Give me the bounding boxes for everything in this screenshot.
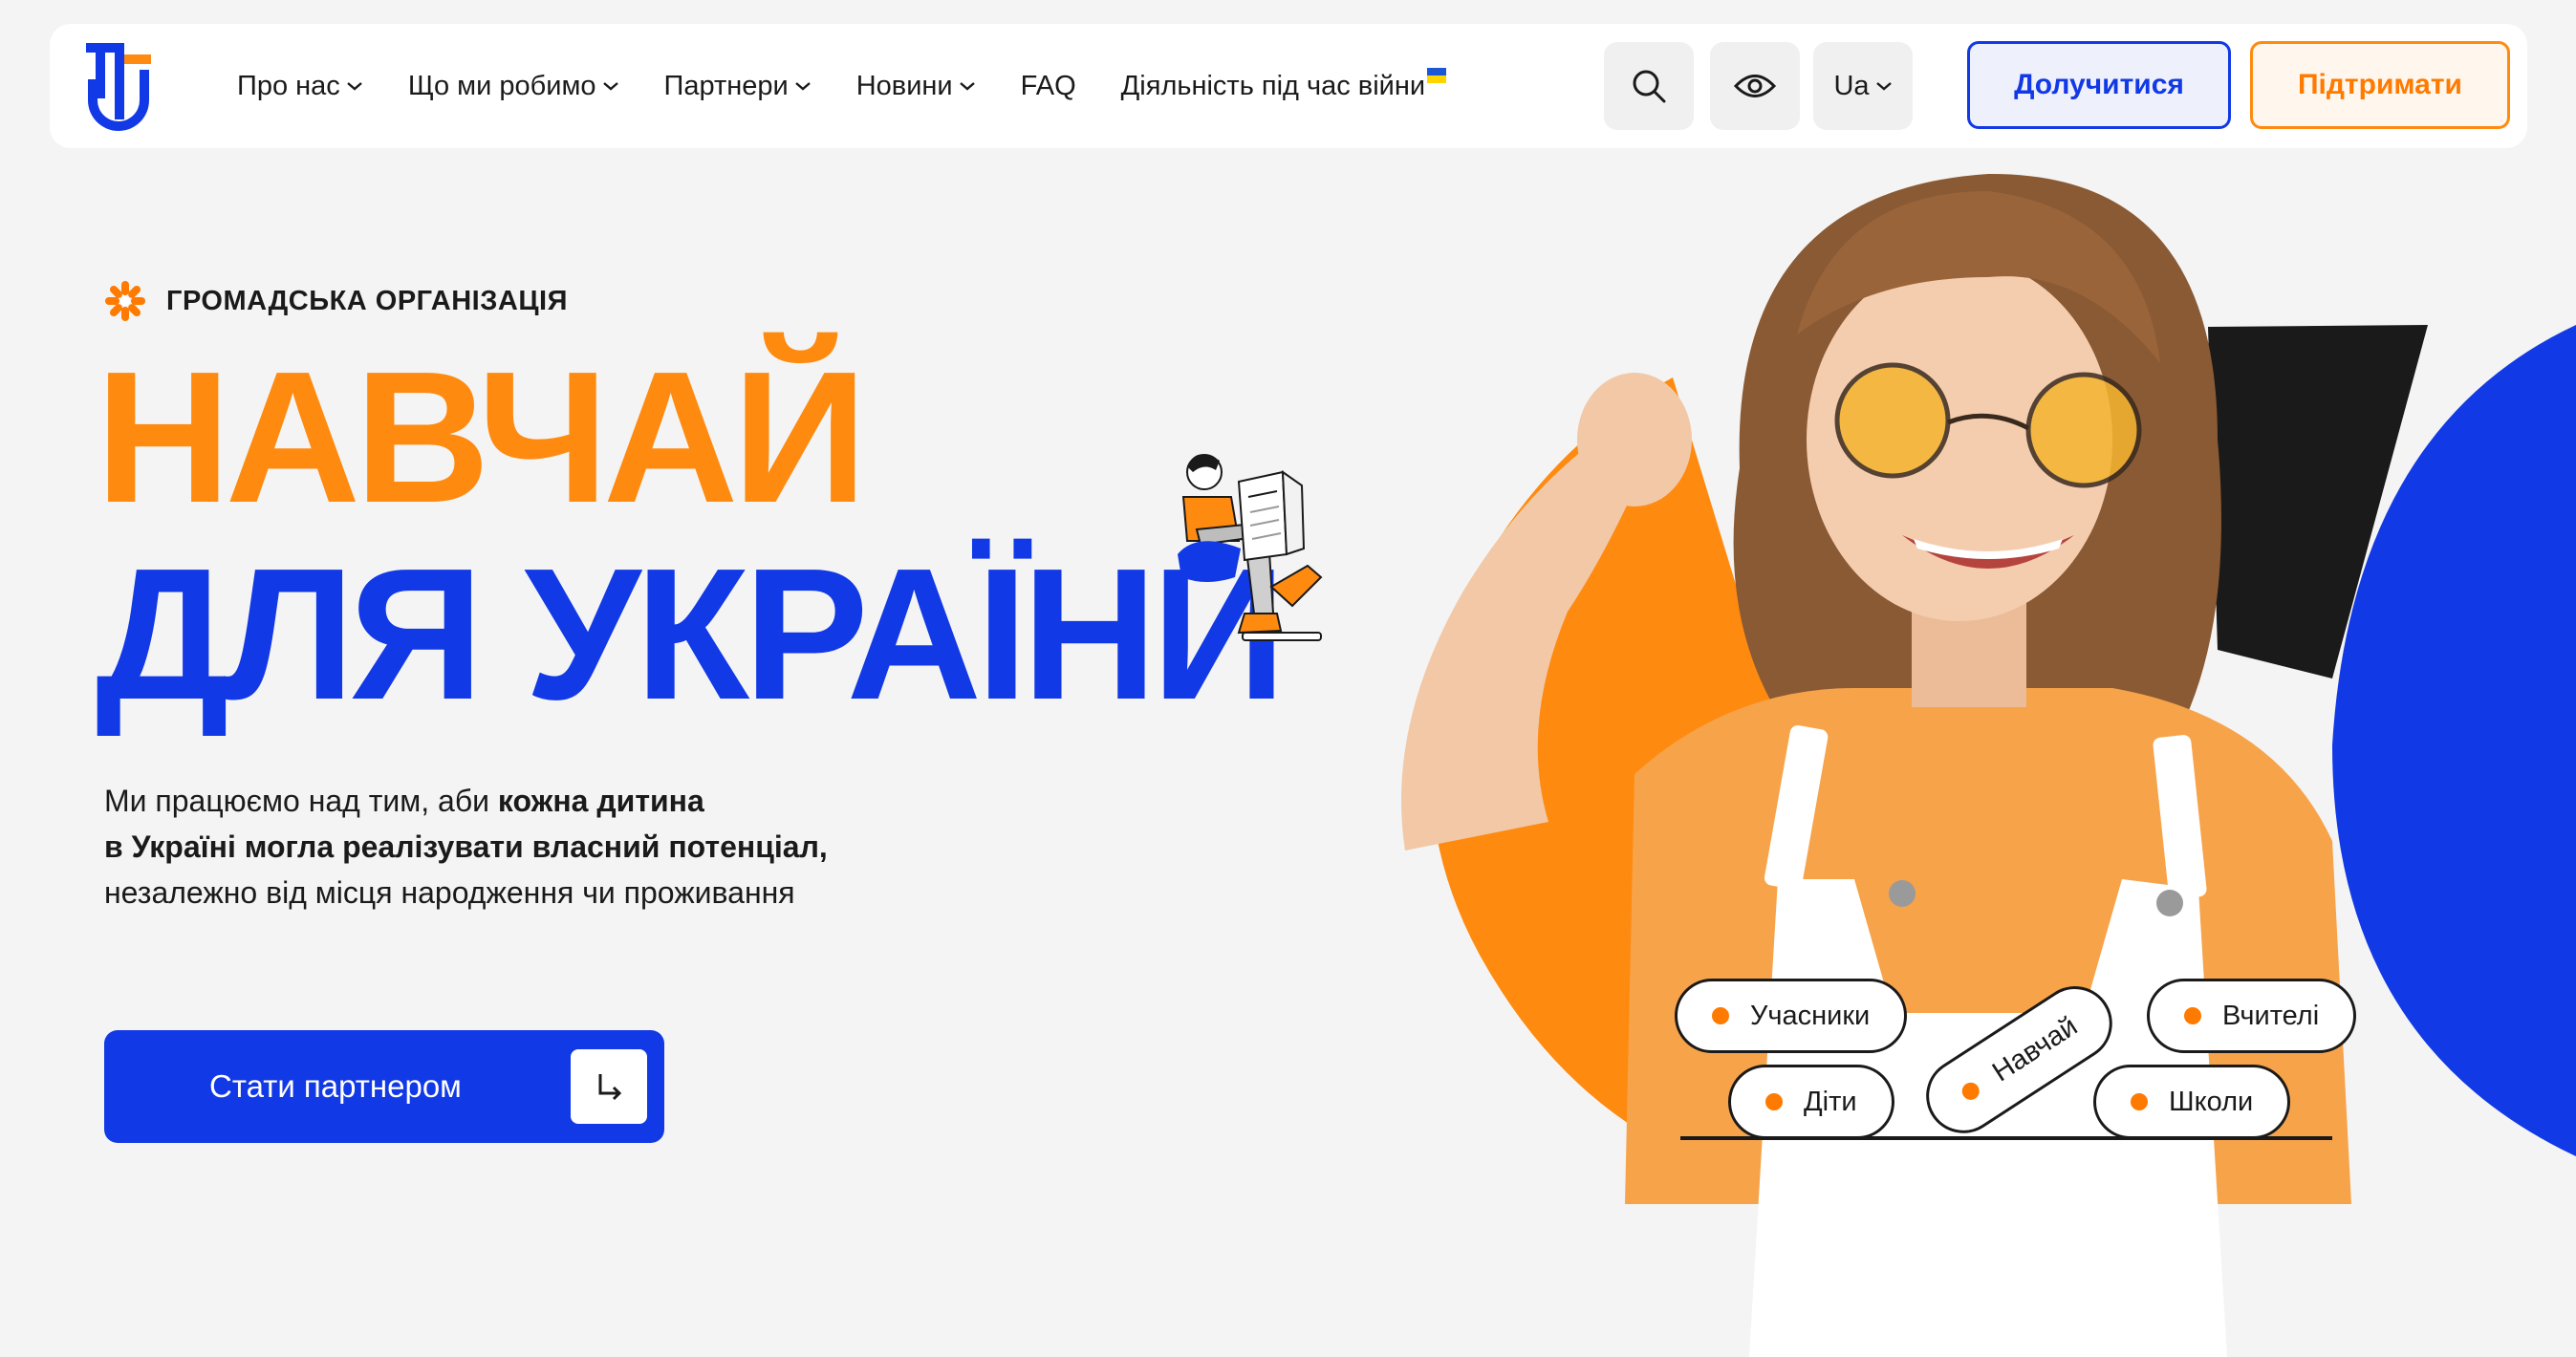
become-partner-button[interactable]: Стати партнером [104,1030,664,1143]
chevron-down-icon [347,82,362,91]
asterisk-flower-icon [105,281,145,321]
tag-dot [2131,1093,2148,1110]
main-nav: Про нас Що ми робимо Партнери Новини FAQ… [237,24,1491,148]
chevron-down-icon [959,82,975,91]
nav-wartime-activity[interactable]: Діяльність під час війни [1121,68,1447,102]
arrow-down-right-icon [598,1074,622,1101]
tag-schools: Школи [2093,1065,2291,1139]
become-partner-label: Стати партнером [209,1068,462,1104]
org-badge: ГРОМАДСЬКА ОРГАНІЗАЦІЯ [103,279,568,323]
nav-what-we-do[interactable]: Що ми робимо [408,71,619,102]
tag-dot [1959,1079,1983,1104]
site-header: Про нас Що ми робимо Партнери Новини FAQ… [50,24,2527,148]
nav-partners[interactable]: Партнери [664,71,812,102]
tags-baseline [1680,1136,2332,1140]
hero-artwork [1401,173,2576,1357]
org-badge-label: ГРОМАДСЬКА ОРГАНІЗАЦІЯ [166,285,568,316]
accessibility-button[interactable] [1710,42,1800,130]
eye-icon [1733,75,1777,97]
tag-dot [1712,1007,1729,1024]
language-label: Ua [1833,70,1870,101]
language-selector[interactable]: Ua [1813,42,1913,130]
tag-children: Діти [1728,1065,1894,1139]
ukraine-flag-icon [1427,68,1447,83]
hero-title-line1: НАВЧАЙ [96,333,867,542]
nav-news[interactable]: Новини [856,71,976,102]
nav-faq[interactable]: FAQ [1021,71,1076,102]
reading-person-illustration [1178,454,1323,641]
support-button[interactable]: Підтримати [2250,41,2510,129]
chevron-down-icon [602,82,618,91]
chevron-down-icon [1875,82,1892,91]
chevron-down-icon [794,82,811,91]
arrow-box [571,1049,647,1124]
join-button[interactable]: Долучитися [1967,41,2231,129]
nav-about[interactable]: Про нас [237,71,363,102]
hero-title-line2: ДЛЯ УКРАЇНИ [96,529,1287,739]
hero-description: Ми працюємо над тим, аби кожна дитина в … [104,784,828,910]
logo[interactable] [86,41,151,135]
tag-dot [2184,1007,2201,1024]
tag-dot [1765,1093,1783,1110]
search-button[interactable] [1604,42,1694,130]
tag-teachers: Вчителі [2147,979,2357,1053]
search-icon [1633,70,1666,103]
tag-participants: Учасники [1675,979,1908,1053]
